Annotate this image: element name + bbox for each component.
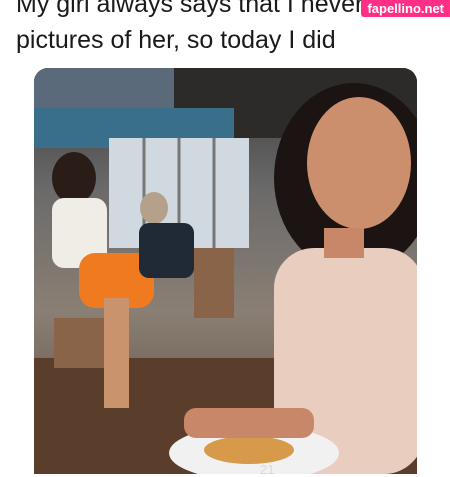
- chair-2: [54, 318, 104, 368]
- post-caption-line2: pictures of her, so today I did: [16, 26, 336, 54]
- arm: [184, 408, 314, 438]
- watermark-badge: fapellino.net: [361, 0, 450, 17]
- post-photo[interactable]: [34, 68, 417, 474]
- post-caption-line1: My girl always says that I never t: [16, 0, 378, 18]
- man-shirt: [139, 223, 194, 278]
- chair: [194, 248, 234, 318]
- leg: [104, 298, 129, 408]
- photo-overlay-text: 21: [260, 462, 275, 477]
- person-hair: [52, 152, 96, 204]
- food: [204, 436, 294, 464]
- man-head: [140, 192, 168, 224]
- woman-face: [307, 97, 411, 229]
- photo-scene: [34, 68, 417, 474]
